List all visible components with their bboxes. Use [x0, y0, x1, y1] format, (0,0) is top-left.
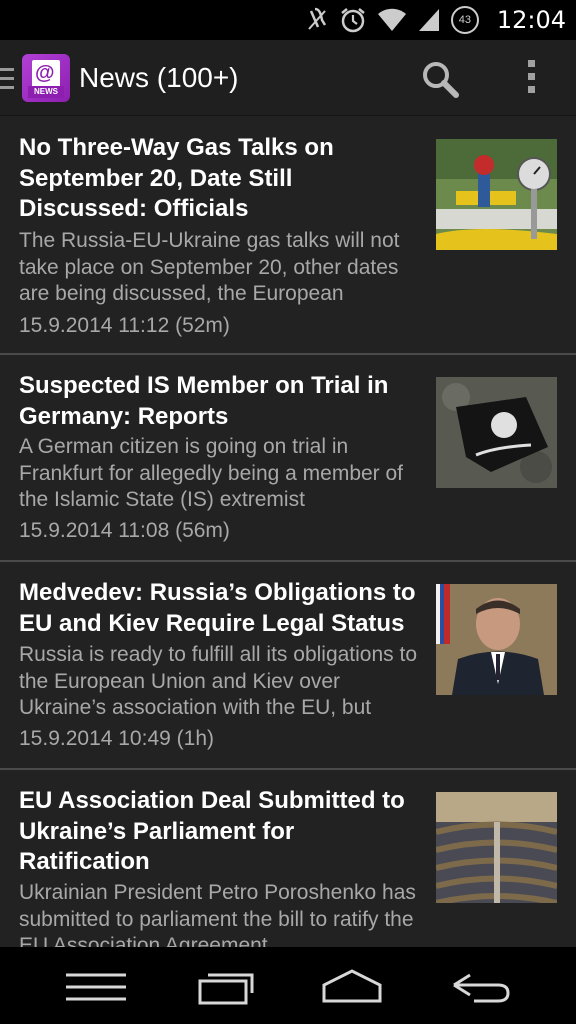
news-item[interactable]: EU Association Deal Submitted to Ukraine…	[0, 770, 576, 947]
overflow-menu-icon[interactable]	[526, 60, 536, 98]
news-headline: Suspected IS Member on Trial in Germany:…	[19, 372, 389, 430]
app-logo-symbol: @	[35, 62, 55, 84]
status-clock: 12:04	[496, 6, 566, 34]
news-thumbnail	[436, 139, 557, 250]
news-date: 15.9.2014 11:12 (52m)	[19, 314, 230, 337]
home-icon[interactable]	[320, 967, 384, 1007]
status-icons: 43 12:04	[305, 0, 566, 40]
app-logo[interactable]: @ NEWS	[22, 54, 70, 102]
news-thumbnail	[436, 584, 557, 695]
news-summary: Russia is ready to fulfill all its oblig…	[19, 643, 418, 719]
battery-icon: 43	[450, 6, 479, 34]
news-date: 15.9.2014 10:49 (1h)	[19, 727, 214, 750]
news-headline: Medvedev: Russia’s Obligations to EU and…	[19, 579, 416, 637]
news-date: 15.9.2014 11:08 (56m)	[19, 519, 230, 542]
news-summary: A German citizen is going on trial in Fr…	[19, 435, 404, 511]
news-thumbnail	[436, 792, 557, 903]
news-thumbnail	[436, 377, 557, 488]
back-icon[interactable]	[450, 967, 510, 1007]
drawer-icon[interactable]	[0, 68, 14, 90]
action-bar: @ NEWS News (100+)	[0, 40, 576, 116]
navigation-bar	[0, 947, 576, 1024]
alarm-icon	[341, 8, 365, 33]
mute-icon	[308, 7, 326, 30]
news-item[interactable]: No Three-Way Gas Talks on September 20, …	[0, 117, 576, 355]
app-logo-text: NEWS	[28, 86, 64, 98]
news-item[interactable]: Medvedev: Russia’s Obligations to EU and…	[0, 562, 576, 770]
news-item[interactable]: Suspected IS Member on Trial in Germany:…	[0, 355, 576, 562]
news-list[interactable]: No Three-Way Gas Talks on September 20, …	[0, 117, 576, 947]
page-title: News (100+)	[79, 62, 239, 93]
signal-icon	[418, 9, 439, 31]
news-summary: Ukrainian President Petro Poroshenko has…	[19, 881, 416, 947]
news-headline: No Three-Way Gas Talks on September 20, …	[19, 134, 334, 222]
battery-level: 43	[458, 14, 471, 26]
news-summary: The Russia-EU-Ukraine gas talks will not…	[19, 229, 400, 305]
news-headline: EU Association Deal Submitted to Ukraine…	[19, 787, 405, 875]
status-bar: 43 12:04	[0, 0, 576, 40]
search-icon[interactable]	[420, 60, 460, 100]
wifi-icon	[377, 8, 406, 31]
recent-apps-icon[interactable]	[196, 967, 256, 1007]
menu-icon[interactable]	[66, 967, 126, 1007]
